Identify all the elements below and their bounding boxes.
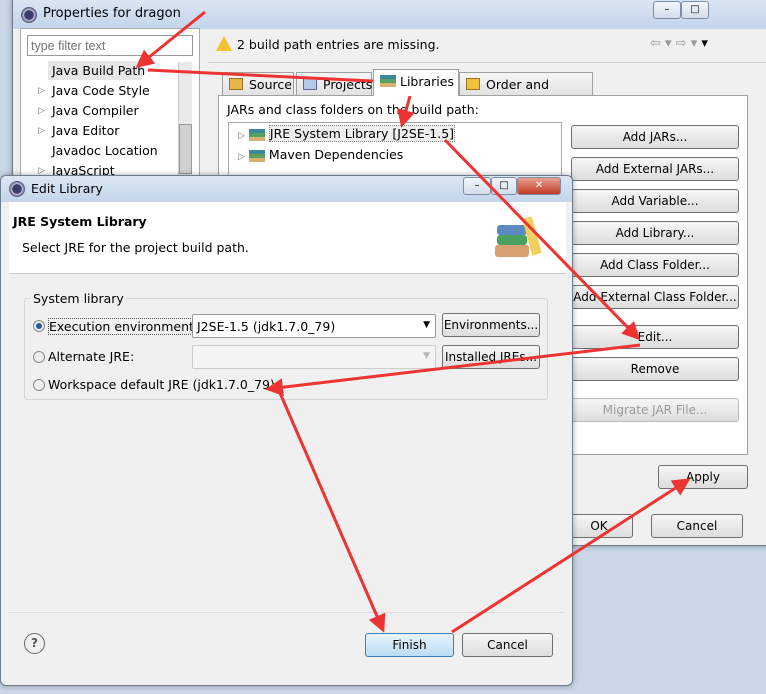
arrow (147, 68, 395, 91)
arrow (265, 343, 641, 397)
arrow (451, 478, 691, 634)
arrow (397, 95, 415, 128)
library-icon (380, 75, 396, 87)
arrow (135, 10, 206, 68)
arrow (443, 138, 641, 341)
arrow (278, 392, 386, 633)
tab-libraries[interactable]: Libraries (373, 69, 459, 96)
tab-label: Libraries (400, 74, 454, 89)
annotation-arrows (135, 10, 691, 634)
